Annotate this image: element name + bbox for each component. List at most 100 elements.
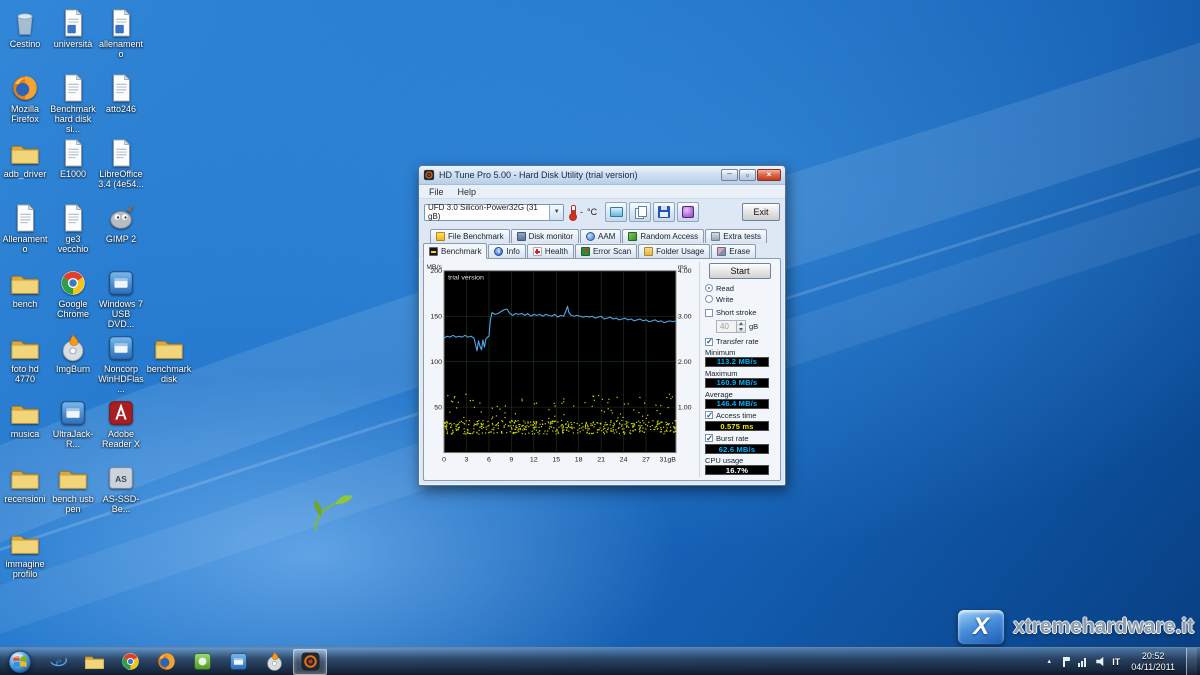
desktop-icon[interactable]: ge3 vecchio	[50, 203, 96, 254]
drive-selector[interactable]: UFD 3.0 Silicon-Power32G (31 gB) ▼	[424, 204, 564, 221]
options-icon	[682, 206, 694, 218]
tab-random-access[interactable]: Random Access	[622, 229, 704, 243]
taskbar-item-internet-explorer[interactable]	[41, 649, 75, 675]
save-button[interactable]	[653, 202, 675, 222]
desktop-icon[interactable]: foto hd 4770	[2, 333, 48, 384]
short-stroke-size-input[interactable]: 40	[716, 320, 746, 333]
taskbar-item-mozilla-firefox[interactable]	[149, 649, 183, 675]
desktop-icon[interactable]: UltraJack-R...	[50, 398, 96, 449]
burst-rate-value: 62.6 MB/s	[705, 444, 769, 454]
burst-rate-option[interactable]: Burst rate	[705, 433, 775, 443]
action-center-icon[interactable]	[1061, 657, 1071, 667]
desktop-icon[interactable]: ImgBurn	[50, 333, 96, 374]
desktop-icon[interactable]: atto246	[98, 73, 144, 114]
copy-button[interactable]	[629, 202, 651, 222]
desktop-icon[interactable]: Noncorp WinHDFlas...	[98, 333, 144, 394]
exit-button[interactable]: Exit	[742, 203, 780, 221]
desktop-icon[interactable]: Adobe Reader X	[98, 398, 144, 449]
tab-folder-usage[interactable]: Folder Usage	[638, 244, 710, 258]
options-button[interactable]	[677, 202, 699, 222]
desktop-icon-label: Adobe Reader X	[98, 429, 144, 449]
desktop-icon[interactable]: benchmark disk	[146, 333, 192, 384]
desktop-icon[interactable]: Benchmark hard disk si...	[50, 73, 96, 134]
chrome-icon	[58, 268, 88, 298]
maximize-button[interactable]	[739, 169, 756, 181]
tab-benchmark[interactable]: Benchmark	[423, 243, 487, 259]
chevron-down-icon[interactable]: ▼	[549, 205, 563, 220]
spinner-arrows[interactable]	[736, 321, 745, 332]
tab-file-benchmark[interactable]: File Benchmark	[430, 229, 510, 243]
minimize-button[interactable]	[721, 169, 738, 181]
tab-extra-tests[interactable]: Extra tests	[705, 229, 767, 243]
taskbar-item-imgburn[interactable]	[257, 649, 291, 675]
start-menu-button[interactable]	[6, 648, 34, 675]
read-radio[interactable]	[705, 284, 713, 292]
desktop-icon[interactable]: bench usb pen	[50, 463, 96, 514]
desktop-icon[interactable]: Allenamento	[2, 203, 48, 254]
taskbar-item-windows-explorer[interactable]	[77, 649, 111, 675]
taskbar-item-google-chrome[interactable]	[113, 649, 147, 675]
desktop-icon[interactable]: immagine profilo	[2, 528, 48, 579]
media-player-icon	[228, 651, 249, 672]
desktop-icon[interactable]: Windows 7 USB DVD...	[98, 268, 144, 329]
tab-error-scan[interactable]: Error Scan	[575, 244, 637, 258]
title-bar[interactable]: HD Tune Pro 5.00 - Hard Disk Utility (tr…	[419, 166, 785, 185]
transfer-rate-checkbox[interactable]	[705, 338, 713, 346]
network-icon[interactable]	[1078, 657, 1089, 667]
access-time-option[interactable]: Access time	[705, 411, 775, 421]
desktop-icon[interactable]: LibreOffice 3.4 (4e54...	[98, 138, 144, 189]
taskbar-item-media-player[interactable]	[221, 649, 255, 675]
clock[interactable]: 20:52 04/11/2011	[1127, 651, 1179, 673]
desktop-icon[interactable]: università	[50, 8, 96, 49]
desktop-icon[interactable]: allenamento	[98, 8, 144, 59]
desktop-icon[interactable]: Cestino	[2, 8, 48, 49]
start-button[interactable]: Start	[709, 263, 771, 279]
volume-icon[interactable]	[1096, 657, 1105, 667]
screenshot-button[interactable]	[605, 202, 627, 222]
language-indicator[interactable]: IT	[1112, 657, 1120, 667]
temperature-unit: °C	[587, 207, 597, 217]
transfer-rate-option[interactable]: Transfer rate	[705, 337, 775, 347]
access-time-checkbox[interactable]	[705, 411, 713, 419]
desktop-icon[interactable]: recensioni	[2, 463, 48, 504]
taskbar-item-messenger[interactable]	[185, 649, 219, 675]
tab-erase[interactable]: Erase	[711, 244, 756, 258]
desktop-icon[interactable]: E1000	[50, 138, 96, 179]
app-gray-icon	[106, 463, 136, 493]
tab-health[interactable]: Health	[527, 244, 574, 258]
aam-icon	[586, 232, 595, 241]
info-icon	[494, 247, 503, 256]
desktop-icon[interactable]: Google Chrome	[50, 268, 96, 319]
tab-info[interactable]: Info	[488, 244, 525, 258]
short-stroke-checkbox[interactable]	[705, 309, 713, 317]
desktop-icon[interactable]: adb_driver	[2, 138, 48, 179]
desktop-icon-label: atto246	[98, 104, 144, 114]
taskbar-item-hd-tune[interactable]	[293, 649, 327, 675]
app-orange-icon	[58, 333, 88, 363]
write-radio[interactable]	[705, 295, 713, 303]
desktop-icon[interactable]: AS-SSD-Be...	[98, 463, 144, 514]
desktop-icon-label: Noncorp WinHDFlas...	[98, 364, 144, 394]
burst-rate-checkbox[interactable]	[705, 434, 713, 442]
desktop-icon-label: allenamento	[98, 39, 144, 59]
short-stroke-option[interactable]: Short stroke	[705, 308, 775, 318]
desktop-icon[interactable]: Mozilla Firefox	[2, 73, 48, 124]
google-chrome-icon	[120, 651, 141, 672]
desktop-icon[interactable]: GIMP 2	[98, 203, 144, 244]
doc-icon	[106, 138, 136, 168]
read-option[interactable]: Read	[705, 284, 775, 294]
spin-down-icon[interactable]	[737, 326, 745, 332]
show-desktop-button[interactable]	[1186, 648, 1197, 675]
system-tray: IT 20:52 04/11/2011	[1044, 648, 1200, 675]
menu-item-file[interactable]: File	[422, 187, 451, 197]
access-time-value: 0.575 ms	[705, 421, 769, 431]
svg-text:trial version: trial version	[448, 275, 484, 282]
desktop-icon[interactable]: musica	[2, 398, 48, 439]
hidden-icons-icon[interactable]	[1044, 657, 1054, 667]
tab-disk-monitor[interactable]: Disk monitor	[511, 229, 579, 243]
menu-item-help[interactable]: Help	[451, 187, 484, 197]
close-button[interactable]	[757, 169, 781, 181]
tab-aam[interactable]: AAM	[580, 229, 621, 243]
write-option[interactable]: Write	[705, 294, 775, 304]
desktop-icon[interactable]: bench	[2, 268, 48, 309]
